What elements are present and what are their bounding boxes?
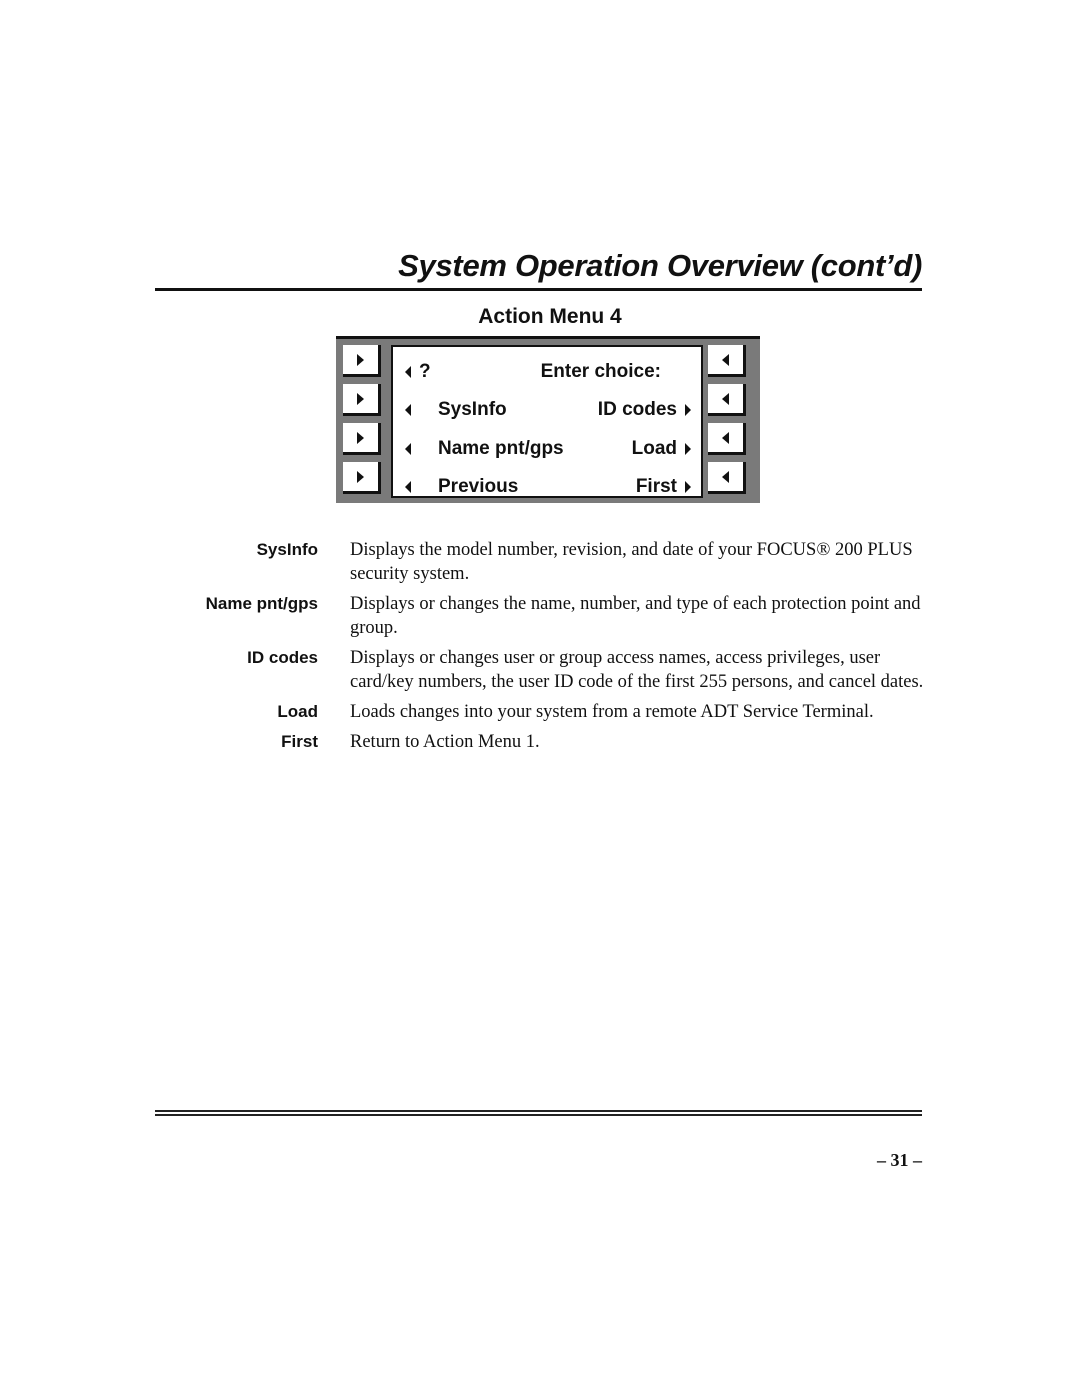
triangle-right-icon (685, 404, 691, 416)
definition-description: Return to Action Menu 1. (350, 732, 540, 752)
left-softkeys (343, 345, 383, 501)
triangle-left-icon (722, 470, 729, 483)
lcd-option-sysinfo[interactable]: SysInfo (438, 399, 507, 421)
left-softkey-1[interactable] (343, 345, 381, 377)
lcd-prompt-text: Enter choice: (540, 361, 661, 382)
left-softkey-3[interactable] (343, 423, 381, 455)
definition-item: Load Loads changes into your system from… (155, 700, 925, 724)
right-softkey-2[interactable] (708, 384, 746, 416)
lcd-row-1: ? Enter choice: (393, 357, 701, 387)
definition-term: First (281, 732, 318, 751)
triangle-left-icon (722, 392, 729, 405)
definition-term: ID codes (247, 648, 318, 667)
right-softkey-4[interactable] (708, 462, 746, 494)
right-softkey-3[interactable] (708, 423, 746, 455)
lcd-option-previous[interactable]: Previous (438, 476, 518, 498)
definition-description: Loads changes into your system from a re… (350, 702, 874, 722)
lcd-row-3: Name pnt/gps Load (393, 434, 701, 464)
lcd-display: ? Enter choice: SysInfo ID codes Name pn… (391, 345, 703, 498)
keypad-illustration: ? Enter choice: SysInfo ID codes Name pn… (336, 336, 760, 503)
footer-rule (155, 1114, 922, 1116)
triangle-right-icon (357, 392, 364, 405)
lcd-option-name-pnt-gps[interactable]: Name pnt/gps (438, 438, 564, 460)
triangle-right-icon (357, 470, 364, 483)
lcd-row-4: Previous First (393, 472, 701, 502)
page-title: System Operation Overview (cont’d) (398, 248, 922, 283)
lcd-prompt-mark: ? (419, 361, 431, 382)
lcd-option-load[interactable]: Load (632, 438, 677, 460)
lcd-option-first[interactable]: First (636, 476, 677, 498)
definition-item: SysInfo Displays the model number, revis… (155, 538, 925, 586)
definition-term: SysInfo (256, 540, 318, 559)
triangle-right-icon (357, 431, 364, 444)
triangle-left-icon (405, 481, 411, 493)
definition-term: Name pnt/gps (205, 594, 318, 613)
triangle-left-icon (405, 404, 411, 416)
definition-description: Displays the model number, revision, and… (350, 540, 913, 584)
lcd-option-id-codes[interactable]: ID codes (598, 399, 677, 421)
title-rule (155, 288, 922, 291)
left-softkey-4[interactable] (343, 462, 381, 494)
footer-rule (155, 1110, 922, 1112)
left-softkey-2[interactable] (343, 384, 381, 416)
definition-item: First Return to Action Menu 1. (155, 730, 925, 754)
page-number: – 31 – (877, 1150, 922, 1170)
right-softkey-1[interactable] (708, 345, 746, 377)
definition-item: ID codes Displays or changes user or gro… (155, 646, 925, 694)
definition-term: Load (277, 702, 318, 721)
triangle-left-icon (722, 431, 729, 444)
triangle-left-icon (722, 353, 729, 366)
lcd-row-2: SysInfo ID codes (393, 395, 701, 425)
section-heading: Action Menu 4 (478, 305, 622, 328)
definition-item: Name pnt/gps Displays or changes the nam… (155, 592, 925, 640)
triangle-right-icon (357, 353, 364, 366)
definition-list: SysInfo Displays the model number, revis… (155, 538, 925, 760)
triangle-left-icon (405, 366, 411, 378)
triangle-left-icon (405, 443, 411, 455)
definition-description: Displays or changes the name, number, an… (350, 594, 921, 638)
triangle-right-icon (685, 481, 691, 493)
triangle-right-icon (685, 443, 691, 455)
definition-description: Displays or changes user or group access… (350, 648, 924, 692)
right-softkeys (708, 345, 748, 501)
